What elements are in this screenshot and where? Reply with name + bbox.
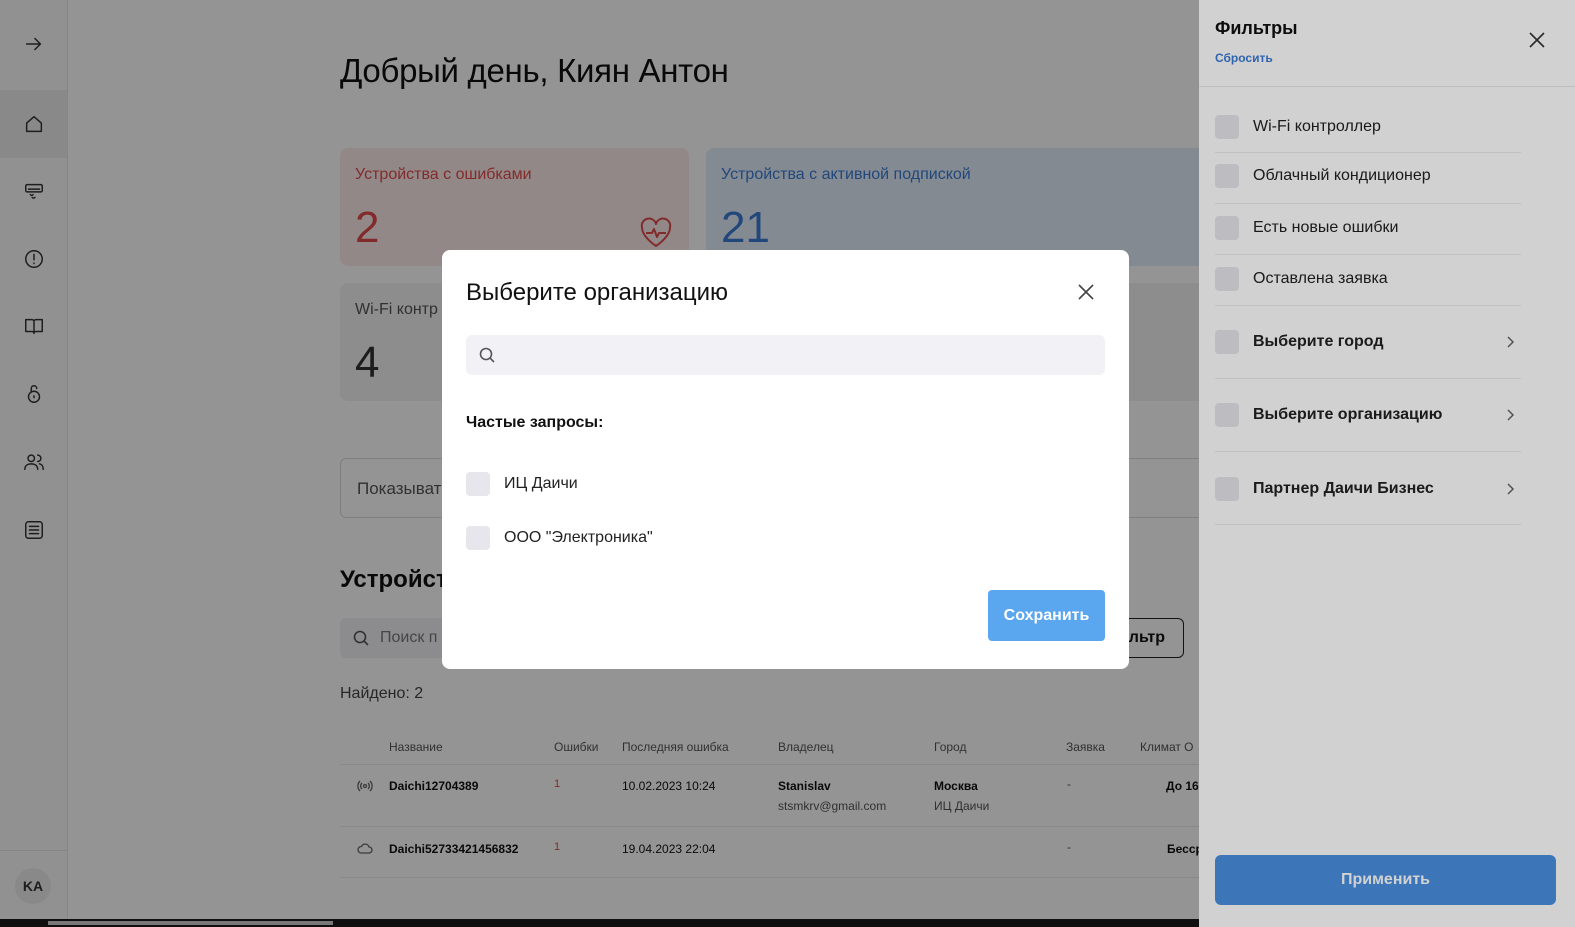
organization-option[interactable]: ООО "Электроника" bbox=[466, 526, 866, 550]
organization-search-input[interactable] bbox=[504, 335, 1094, 375]
option-checkbox[interactable] bbox=[466, 472, 490, 496]
save-button[interactable]: Сохранить bbox=[988, 590, 1105, 641]
search-icon bbox=[479, 347, 495, 363]
close-modal-button[interactable] bbox=[1076, 282, 1096, 302]
organization-option[interactable]: ИЦ Даичи bbox=[466, 472, 866, 496]
frequent-requests-label: Частые запросы: bbox=[466, 414, 604, 431]
select-organization-modal: Выберите организацию Частые запросы: ИЦ … bbox=[442, 250, 1129, 669]
close-icon bbox=[1078, 284, 1094, 300]
option-label: ИЦ Даичи bbox=[504, 475, 578, 492]
option-label: ООО "Электроника" bbox=[504, 529, 653, 546]
modal-title: Выберите организацию bbox=[466, 279, 729, 306]
organization-search bbox=[466, 335, 1105, 375]
option-checkbox[interactable] bbox=[466, 526, 490, 550]
panel-backdrop bbox=[1199, 0, 1575, 927]
